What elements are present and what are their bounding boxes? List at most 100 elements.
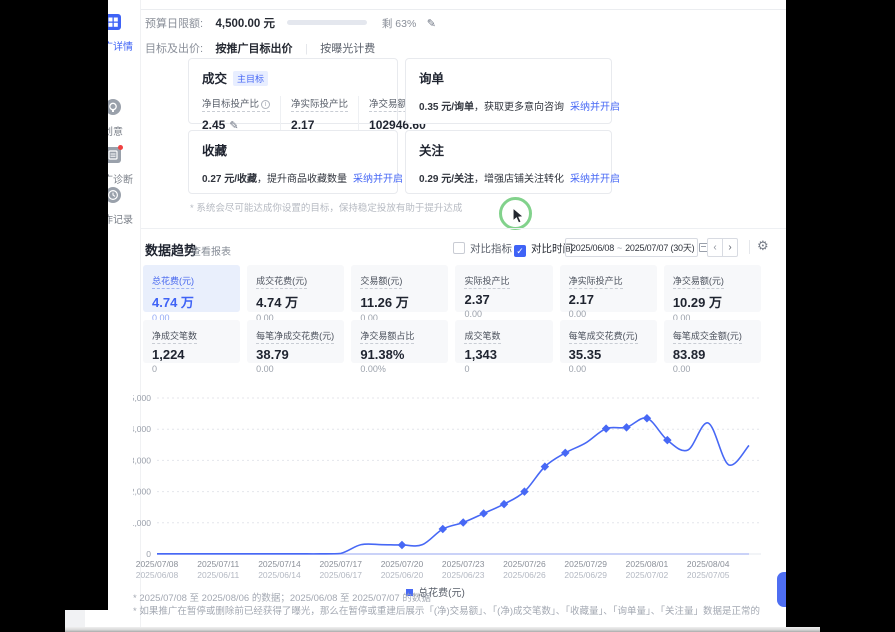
metric-card-5[interactable]: 净交易额(元)10.29 万0.00 xyxy=(664,265,761,312)
svg-text:2025/07/17: 2025/07/17 xyxy=(319,559,362,569)
metric-label: 每笔净成交花费(元) xyxy=(256,329,334,344)
metric-compare-value: 0.00 xyxy=(256,364,335,374)
svg-text:2025/07/23: 2025/07/23 xyxy=(442,559,485,569)
metric-card-11[interactable]: 每笔成交金额(元)83.890.00 xyxy=(664,320,761,363)
metric-compare-value: 0.00% xyxy=(360,364,439,374)
deal-stat-1: 净实际投产比2.17 xyxy=(291,96,359,132)
svg-text:2025/06/23: 2025/06/23 xyxy=(442,570,485,580)
compare-time-checkbox[interactable]: ✓ xyxy=(514,245,526,257)
deal-stat-label: 净实际投产比 xyxy=(291,96,348,112)
metric-card-10[interactable]: 每笔成交花费(元)35.350.00 xyxy=(560,320,657,363)
metric-compare-value: 0.00 xyxy=(569,364,648,374)
svg-text:2025/07/11: 2025/07/11 xyxy=(197,559,239,569)
date-range-separator: ~ xyxy=(617,243,622,253)
svg-text:2025/06/11: 2025/06/11 xyxy=(197,570,239,580)
svg-text:2025/07/08: 2025/07/08 xyxy=(136,559,179,569)
metric-value: 91.38% xyxy=(360,347,439,362)
svg-text:0: 0 xyxy=(146,549,151,559)
metric-value: 83.89 xyxy=(673,347,752,362)
daily-budget-label: 预算日限额: xyxy=(145,18,203,30)
metric-card-0[interactable]: 总花费(元)4.74 万0.00 xyxy=(143,265,240,312)
svg-text:5,000: 5,000 xyxy=(133,393,151,403)
inquiry-desc: ，获取更多意向咨询 xyxy=(474,102,564,113)
inquiry-price: 0.35 元/询单 xyxy=(419,102,474,113)
svg-text:2025/06/17: 2025/06/17 xyxy=(319,570,362,580)
adopt-enable-link[interactable]: 采纳并开启 xyxy=(570,174,620,185)
metric-label: 每笔成交金额(元) xyxy=(673,329,742,344)
goal-card-desc: 0.27 元/收藏，提升商品收藏数量采纳并开启 xyxy=(202,170,384,185)
bidding-label: 目标及出价: xyxy=(145,43,203,55)
compare-metric-control[interactable]: 对比指标 xyxy=(453,241,512,256)
metric-label: 交易额(元) xyxy=(360,274,402,289)
goal-note: * 系统会尽可能达成你设置的目标，保持稳定投放有助于提升达成 xyxy=(190,200,462,214)
date-range-input[interactable]: 2025/06/08 ~ 2025/07/07 (30天) xyxy=(565,238,698,257)
view-report-link[interactable]: 查看报表 xyxy=(191,243,231,258)
metric-card-2[interactable]: 交易额(元)11.26 万0.00 xyxy=(351,265,448,312)
prev-period-button[interactable]: ‹ xyxy=(707,238,723,257)
metric-card-8[interactable]: 净交易额占比91.38%0.00% xyxy=(351,320,448,363)
edit-budget-icon[interactable]: ✎ xyxy=(427,18,436,30)
metric-value: 4.74 万 xyxy=(256,292,335,311)
goal-card-favorite: 收藏 0.27 元/收藏，提升商品收藏数量采纳并开启 xyxy=(188,130,398,194)
svg-text:2025/07/29: 2025/07/29 xyxy=(564,559,607,569)
follow-price: 0.29 元/关注 xyxy=(419,174,474,185)
svg-text:2,000: 2,000 xyxy=(133,487,151,497)
main-goal-badge: 主目标 xyxy=(233,71,268,86)
goal-card-deal: 成交主目标 净目标投产比i2.45✎净实际投产比2.17净交易额(元)10294… xyxy=(188,58,398,124)
metric-label: 净实际投产比 xyxy=(569,274,623,289)
adopt-enable-link[interactable]: 采纳并开启 xyxy=(353,174,403,185)
bidding-row: 目标及出价: 按推广目标出价 | 按曝光计费 xyxy=(145,39,375,57)
notification-dot xyxy=(118,145,123,150)
tab-divider: | xyxy=(305,43,308,55)
metric-card-7[interactable]: 每笔净成交花费(元)38.790.00 xyxy=(247,320,344,363)
metric-value: 11.26 万 xyxy=(360,292,439,311)
footnote-1: * 2025/07/08 至 2025/08/06 的数据；2025/06/08… xyxy=(133,590,431,604)
metric-card-4[interactable]: 净实际投产比2.170.00 xyxy=(560,265,657,312)
metric-compare-value: 0.00 xyxy=(464,309,543,319)
gear-icon[interactable]: ⚙ xyxy=(757,238,769,254)
metric-label: 净成交笔数 xyxy=(152,329,197,344)
side-floating-pill[interactable] xyxy=(777,572,786,607)
compare-metric-label: 对比指标 xyxy=(470,243,512,255)
goal-card-title: 询单 xyxy=(419,72,444,86)
goal-card-title: 成交 xyxy=(202,72,227,86)
tab-bid-by-impression[interactable]: 按曝光计费 xyxy=(320,43,375,55)
metric-card-3[interactable]: 实际投产比2.370.00 xyxy=(455,265,552,312)
letterbox-right xyxy=(786,0,895,632)
section-divider xyxy=(141,228,786,229)
toolbar-divider xyxy=(749,240,750,254)
metric-label: 净交易额占比 xyxy=(360,329,414,344)
mouse-cursor-icon xyxy=(512,207,526,225)
metric-value: 4.74 万 xyxy=(152,292,231,311)
letterbox-left xyxy=(0,0,108,610)
bottom-window-strip xyxy=(65,627,820,632)
budget-progress-bar xyxy=(287,20,367,25)
svg-text:2025/08/01: 2025/08/01 xyxy=(626,559,669,569)
goal-card-desc: 0.35 元/询单，获取更多意向咨询采纳并开启 xyxy=(419,98,598,113)
next-period-button[interactable]: › xyxy=(722,238,738,257)
svg-text:1,000: 1,000 xyxy=(133,518,151,528)
compare-metric-checkbox[interactable] xyxy=(453,242,465,254)
date-pager: ‹ › xyxy=(707,238,738,257)
metric-value: 2.37 xyxy=(464,292,543,307)
metric-card-1[interactable]: 成交花费(元)4.74 万0.00 xyxy=(247,265,344,312)
svg-text:2025/06/14: 2025/06/14 xyxy=(258,570,301,580)
metric-card-9[interactable]: 成交笔数1,3430 xyxy=(455,320,552,363)
date-range-end: 2025/07/07 (30天) xyxy=(625,241,694,254)
metric-compare-value: 0.00 xyxy=(569,309,648,319)
tab-bid-by-goal[interactable]: 按推广目标出价 xyxy=(216,43,293,55)
adopt-enable-link[interactable]: 采纳并开启 xyxy=(570,102,620,113)
goal-card-title: 关注 xyxy=(419,144,444,158)
favorite-desc: ，提升商品收藏数量 xyxy=(257,174,347,185)
svg-text:2025/07/05: 2025/07/05 xyxy=(687,570,730,580)
bottom-left-notch xyxy=(65,610,85,627)
daily-budget-row: 预算日限额: 4,500.00 元 剩 63% ✎ xyxy=(145,14,436,30)
metric-label: 总花费(元) xyxy=(152,274,194,289)
info-icon[interactable]: i xyxy=(261,100,270,109)
metric-card-6[interactable]: 净成交笔数1,2240 xyxy=(143,320,240,363)
goal-card-title: 收藏 xyxy=(202,144,227,158)
trend-section-title: 数据趋势 xyxy=(145,240,197,259)
metric-value: 1,343 xyxy=(464,347,543,362)
svg-text:2025/07/20: 2025/07/20 xyxy=(381,559,424,569)
metric-value: 2.17 xyxy=(569,292,648,307)
